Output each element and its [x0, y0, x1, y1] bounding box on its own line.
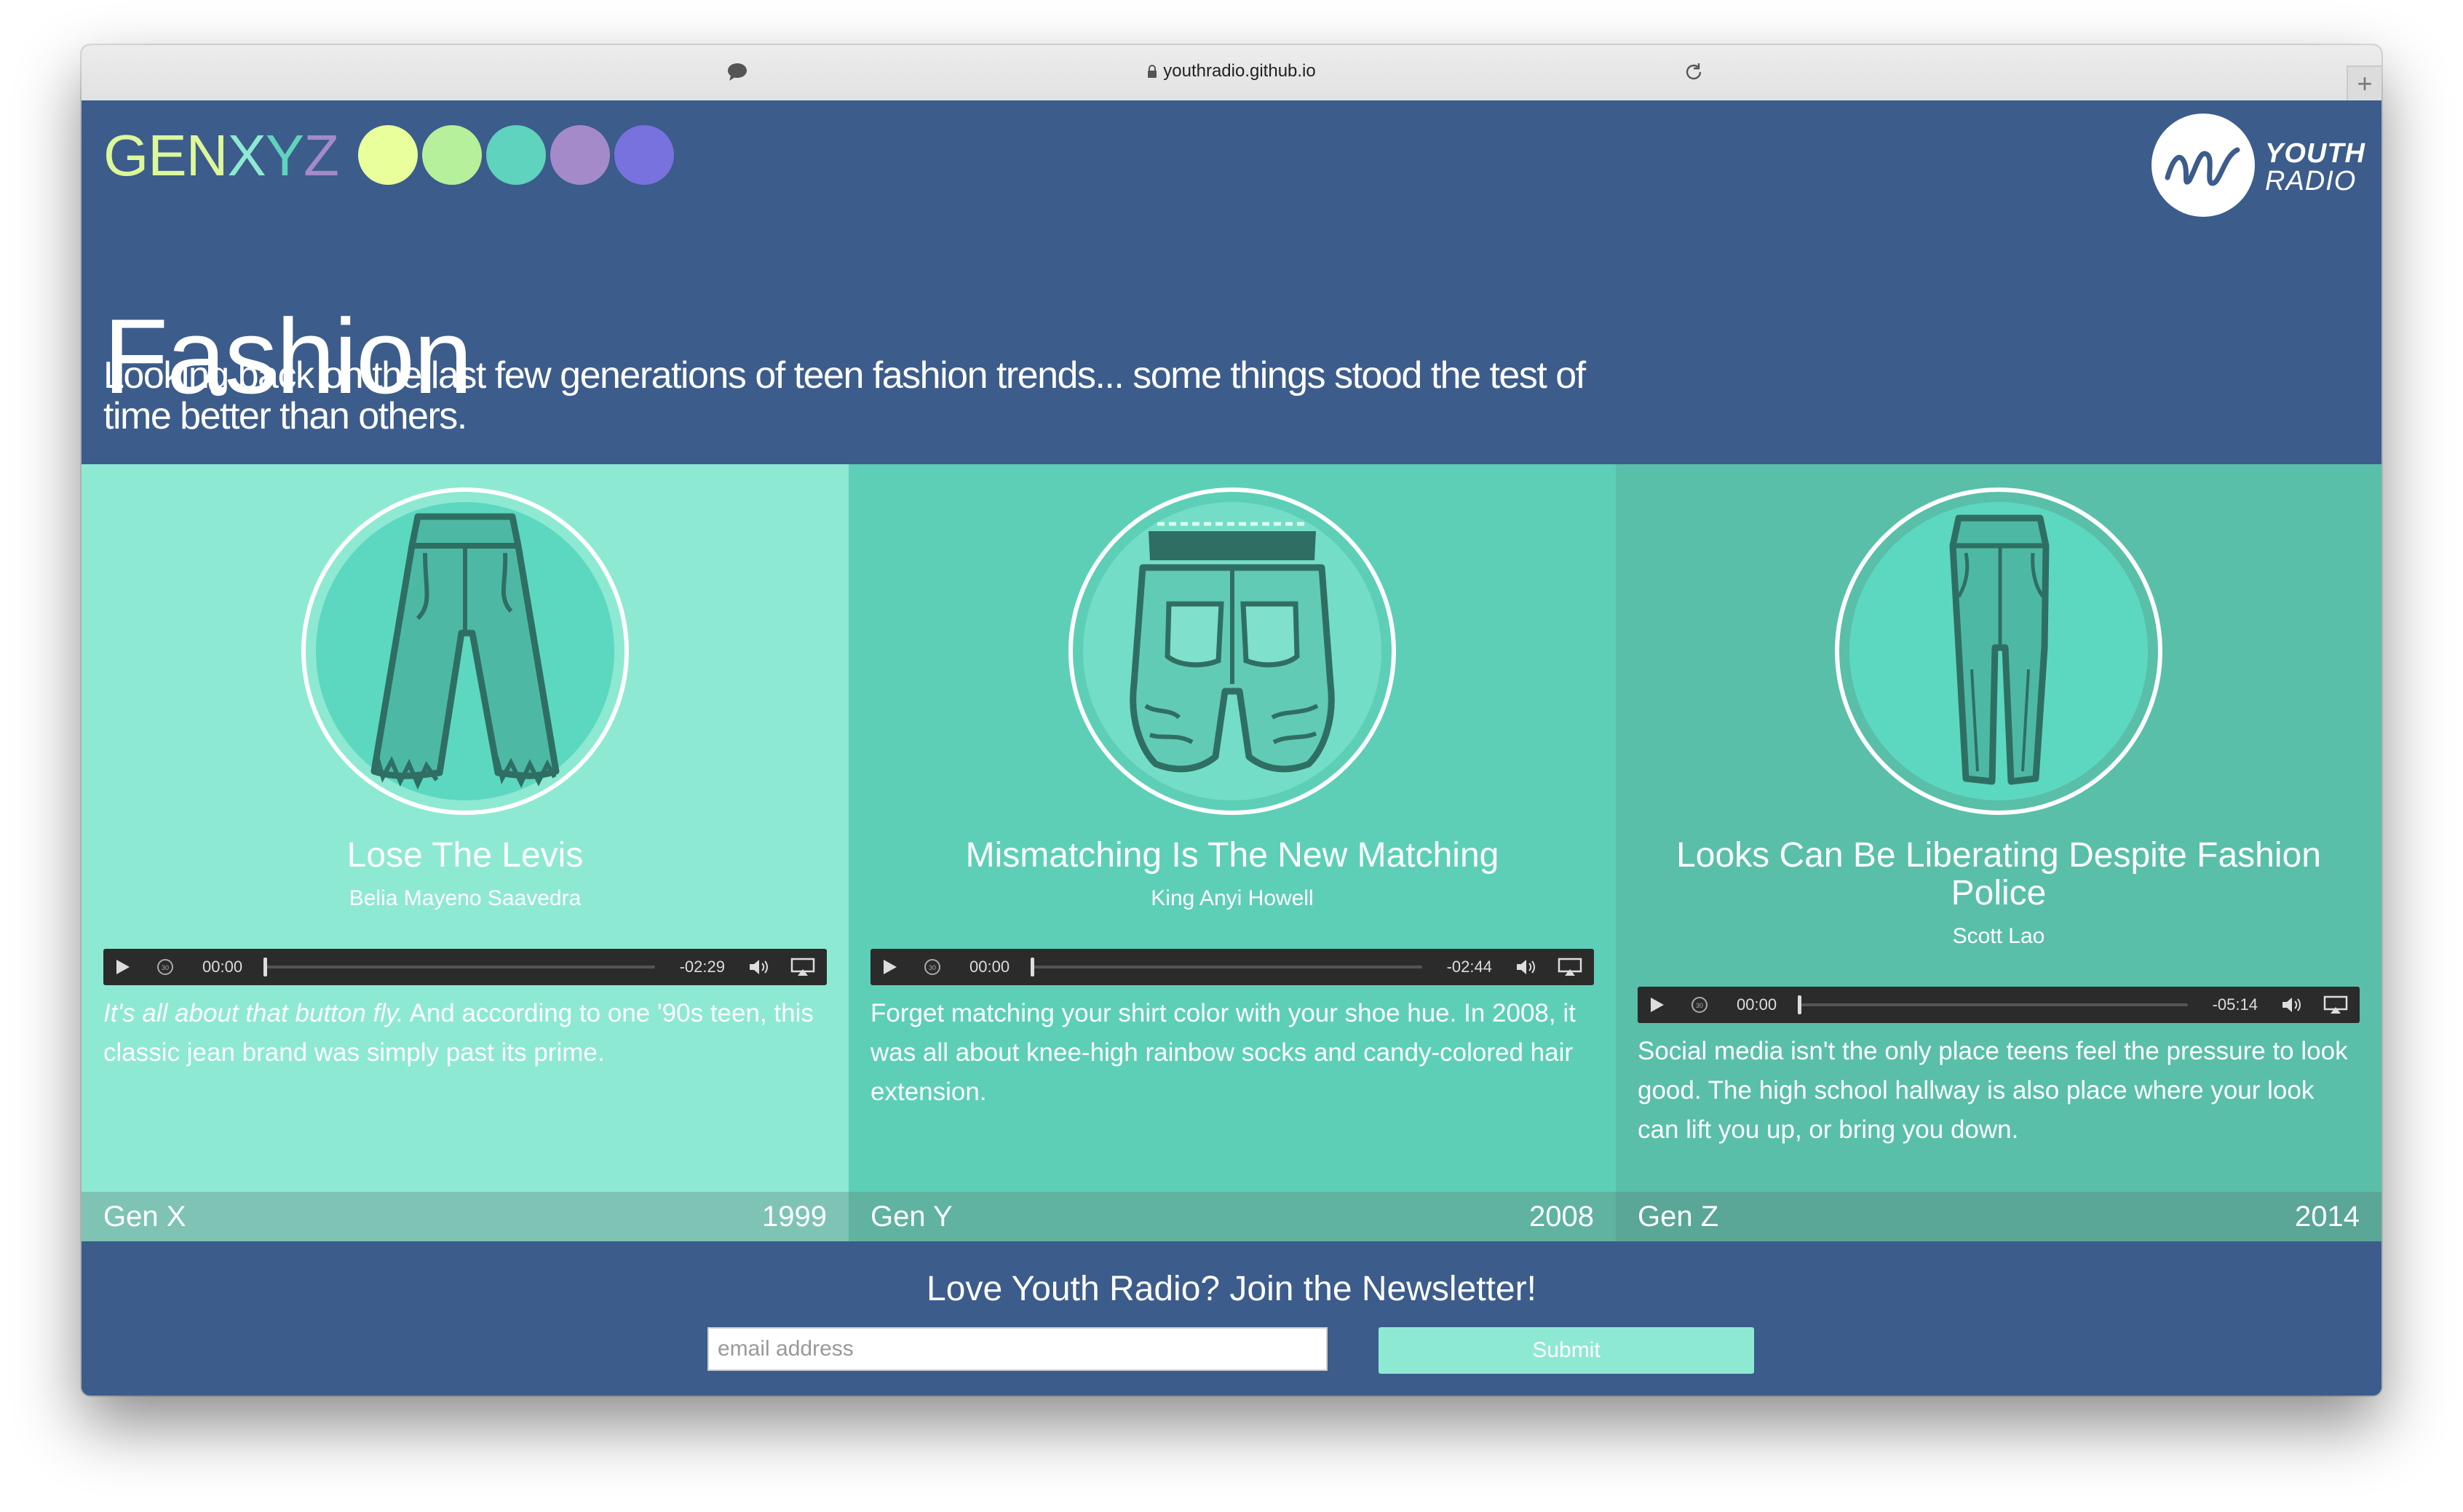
- svg-text:30: 30: [929, 964, 936, 971]
- color-dot-5: [614, 125, 674, 185]
- sagging-jeans-icon: [1083, 502, 1381, 800]
- logo-letters-gen: GEN: [103, 123, 228, 188]
- logo-letter-x: X: [227, 123, 266, 188]
- story-illustration-circle: [1068, 488, 1396, 815]
- story-title[interactable]: Mismatching Is The New Matching: [863, 837, 1601, 875]
- youth-radio-wave-icon: [2165, 147, 2240, 186]
- story-description-body: Forget matching your shirt color with yo…: [870, 999, 1576, 1106]
- current-time: 00:00: [1737, 995, 1777, 1014]
- story-author: Scott Lao: [1952, 924, 2045, 948]
- volume-icon[interactable]: [1515, 958, 1537, 976]
- remaining-time: -02:29: [679, 958, 725, 976]
- rewind-30-icon[interactable]: 30: [156, 958, 175, 976]
- story-title[interactable]: Lose The Levis: [96, 837, 834, 875]
- story-footer: Gen X 1999: [82, 1192, 849, 1241]
- story-footer: Gen Z 2014: [1616, 1192, 2381, 1241]
- year-label: 2008: [1529, 1201, 1594, 1233]
- browser-window: youthradio.github.io + GENXYZ YOUTH RADI…: [82, 45, 2381, 1396]
- submit-button[interactable]: Submit: [1379, 1327, 1754, 1374]
- current-time: 00:00: [202, 958, 243, 976]
- color-dot-2: [422, 125, 482, 185]
- youth-radio-wordmark: YOUTH RADIO: [2265, 140, 2365, 195]
- youth-radio-logo[interactable]: YOUTH RADIO: [2151, 114, 2370, 218]
- lock-icon: [1148, 65, 1157, 78]
- color-dot-1: [358, 125, 418, 185]
- generation-label: Gen Z: [1638, 1201, 1719, 1233]
- site-header: GENXYZ YOUTH RADIO Fashion Looking back …: [82, 100, 2381, 464]
- story-card-gen-y: Mismatching Is The New Matching King Any…: [849, 464, 1616, 1241]
- seek-handle[interactable]: [263, 958, 267, 976]
- skinny-jeans-icon: [1849, 502, 2148, 800]
- generation-label: Gen X: [103, 1201, 186, 1233]
- reload-icon[interactable]: [1683, 61, 1705, 83]
- airplay-icon[interactable]: [790, 958, 815, 976]
- story-author: King Anyi Howell: [1151, 886, 1314, 910]
- audio-player: 30 00:00 -02:44: [870, 949, 1594, 985]
- logo-letter-z: Z: [304, 123, 339, 188]
- story-illustration-circle: [301, 488, 629, 815]
- seek-handle[interactable]: [1798, 995, 1801, 1014]
- email-input[interactable]: [707, 1327, 1328, 1371]
- airplay-icon[interactable]: [2323, 995, 2348, 1014]
- story-title[interactable]: Looks Can Be Liberating Despite Fashion …: [1630, 837, 2367, 912]
- wide-leg-jeans-icon: [316, 502, 614, 800]
- seek-track[interactable]: [263, 966, 655, 968]
- volume-icon[interactable]: [748, 958, 770, 976]
- story-description-body: Social media isn't the only place teens …: [1638, 1037, 2348, 1144]
- seek-handle[interactable]: [1031, 958, 1034, 976]
- color-dot-4: [550, 125, 610, 185]
- generation-label: Gen Y: [870, 1201, 953, 1233]
- play-icon[interactable]: [881, 958, 898, 976]
- youth-radio-word-2: RADIO: [2265, 166, 2357, 196]
- remaining-time: -05:14: [2212, 995, 2258, 1014]
- genxyz-logo[interactable]: GENXYZ: [103, 122, 339, 189]
- story-illustration-circle: [1835, 488, 2162, 815]
- browser-toolbar: youthradio.github.io +: [82, 45, 2381, 102]
- remaining-time: -02:44: [1446, 958, 1492, 976]
- logo-letter-y: Y: [265, 123, 304, 188]
- story-description: Forget matching your shirt color with yo…: [870, 994, 1594, 1112]
- new-tab-button[interactable]: +: [2347, 65, 2381, 102]
- audio-player: 30 00:00 -02:29: [103, 949, 827, 985]
- story-description-lead: It's all about that button fly.: [103, 999, 404, 1027]
- year-label: 1999: [762, 1201, 827, 1233]
- story-footer: Gen Y 2008: [849, 1192, 1616, 1241]
- year-label: 2014: [2295, 1201, 2360, 1233]
- airplay-icon[interactable]: [1558, 958, 1582, 976]
- svg-text:30: 30: [162, 964, 169, 971]
- story-card-gen-z: Looks Can Be Liberating Despite Fashion …: [1616, 464, 2381, 1241]
- url-text: youthradio.github.io: [1163, 61, 1316, 81]
- story-description: It's all about that button fly. And acco…: [103, 994, 827, 1073]
- story-author: Belia Mayeno Saavedra: [349, 886, 582, 910]
- newsletter-heading: Love Youth Radio? Join the Newsletter!: [927, 1270, 1536, 1308]
- story-columns: Lose The Levis Belia Mayeno Saavedra 30 …: [82, 464, 2381, 1241]
- current-time: 00:00: [969, 958, 1010, 976]
- play-icon[interactable]: [114, 958, 131, 976]
- volume-icon[interactable]: [2281, 995, 2303, 1014]
- audio-player: 30 00:00 -05:14: [1638, 987, 2360, 1023]
- youth-radio-mark: [2151, 114, 2255, 217]
- seek-track[interactable]: [1031, 966, 1422, 968]
- newsletter-section: Love Youth Radio? Join the Newsletter! S…: [82, 1241, 2381, 1396]
- story-card-gen-x: Lose The Levis Belia Mayeno Saavedra 30 …: [82, 464, 849, 1241]
- play-icon[interactable]: [1648, 996, 1665, 1014]
- address-bar[interactable]: youthradio.github.io: [82, 61, 2381, 81]
- seek-track[interactable]: [1798, 1003, 2188, 1006]
- story-description: Social media isn't the only place teens …: [1638, 1032, 2360, 1150]
- page-subtitle: Looking back on the last few generations…: [103, 354, 1586, 437]
- rewind-30-icon[interactable]: 30: [923, 958, 942, 976]
- svg-text:30: 30: [1696, 1002, 1703, 1009]
- youth-radio-word-1: YOUTH: [2265, 138, 2365, 169]
- rewind-30-icon[interactable]: 30: [1690, 995, 1709, 1014]
- color-dot-3: [486, 125, 546, 185]
